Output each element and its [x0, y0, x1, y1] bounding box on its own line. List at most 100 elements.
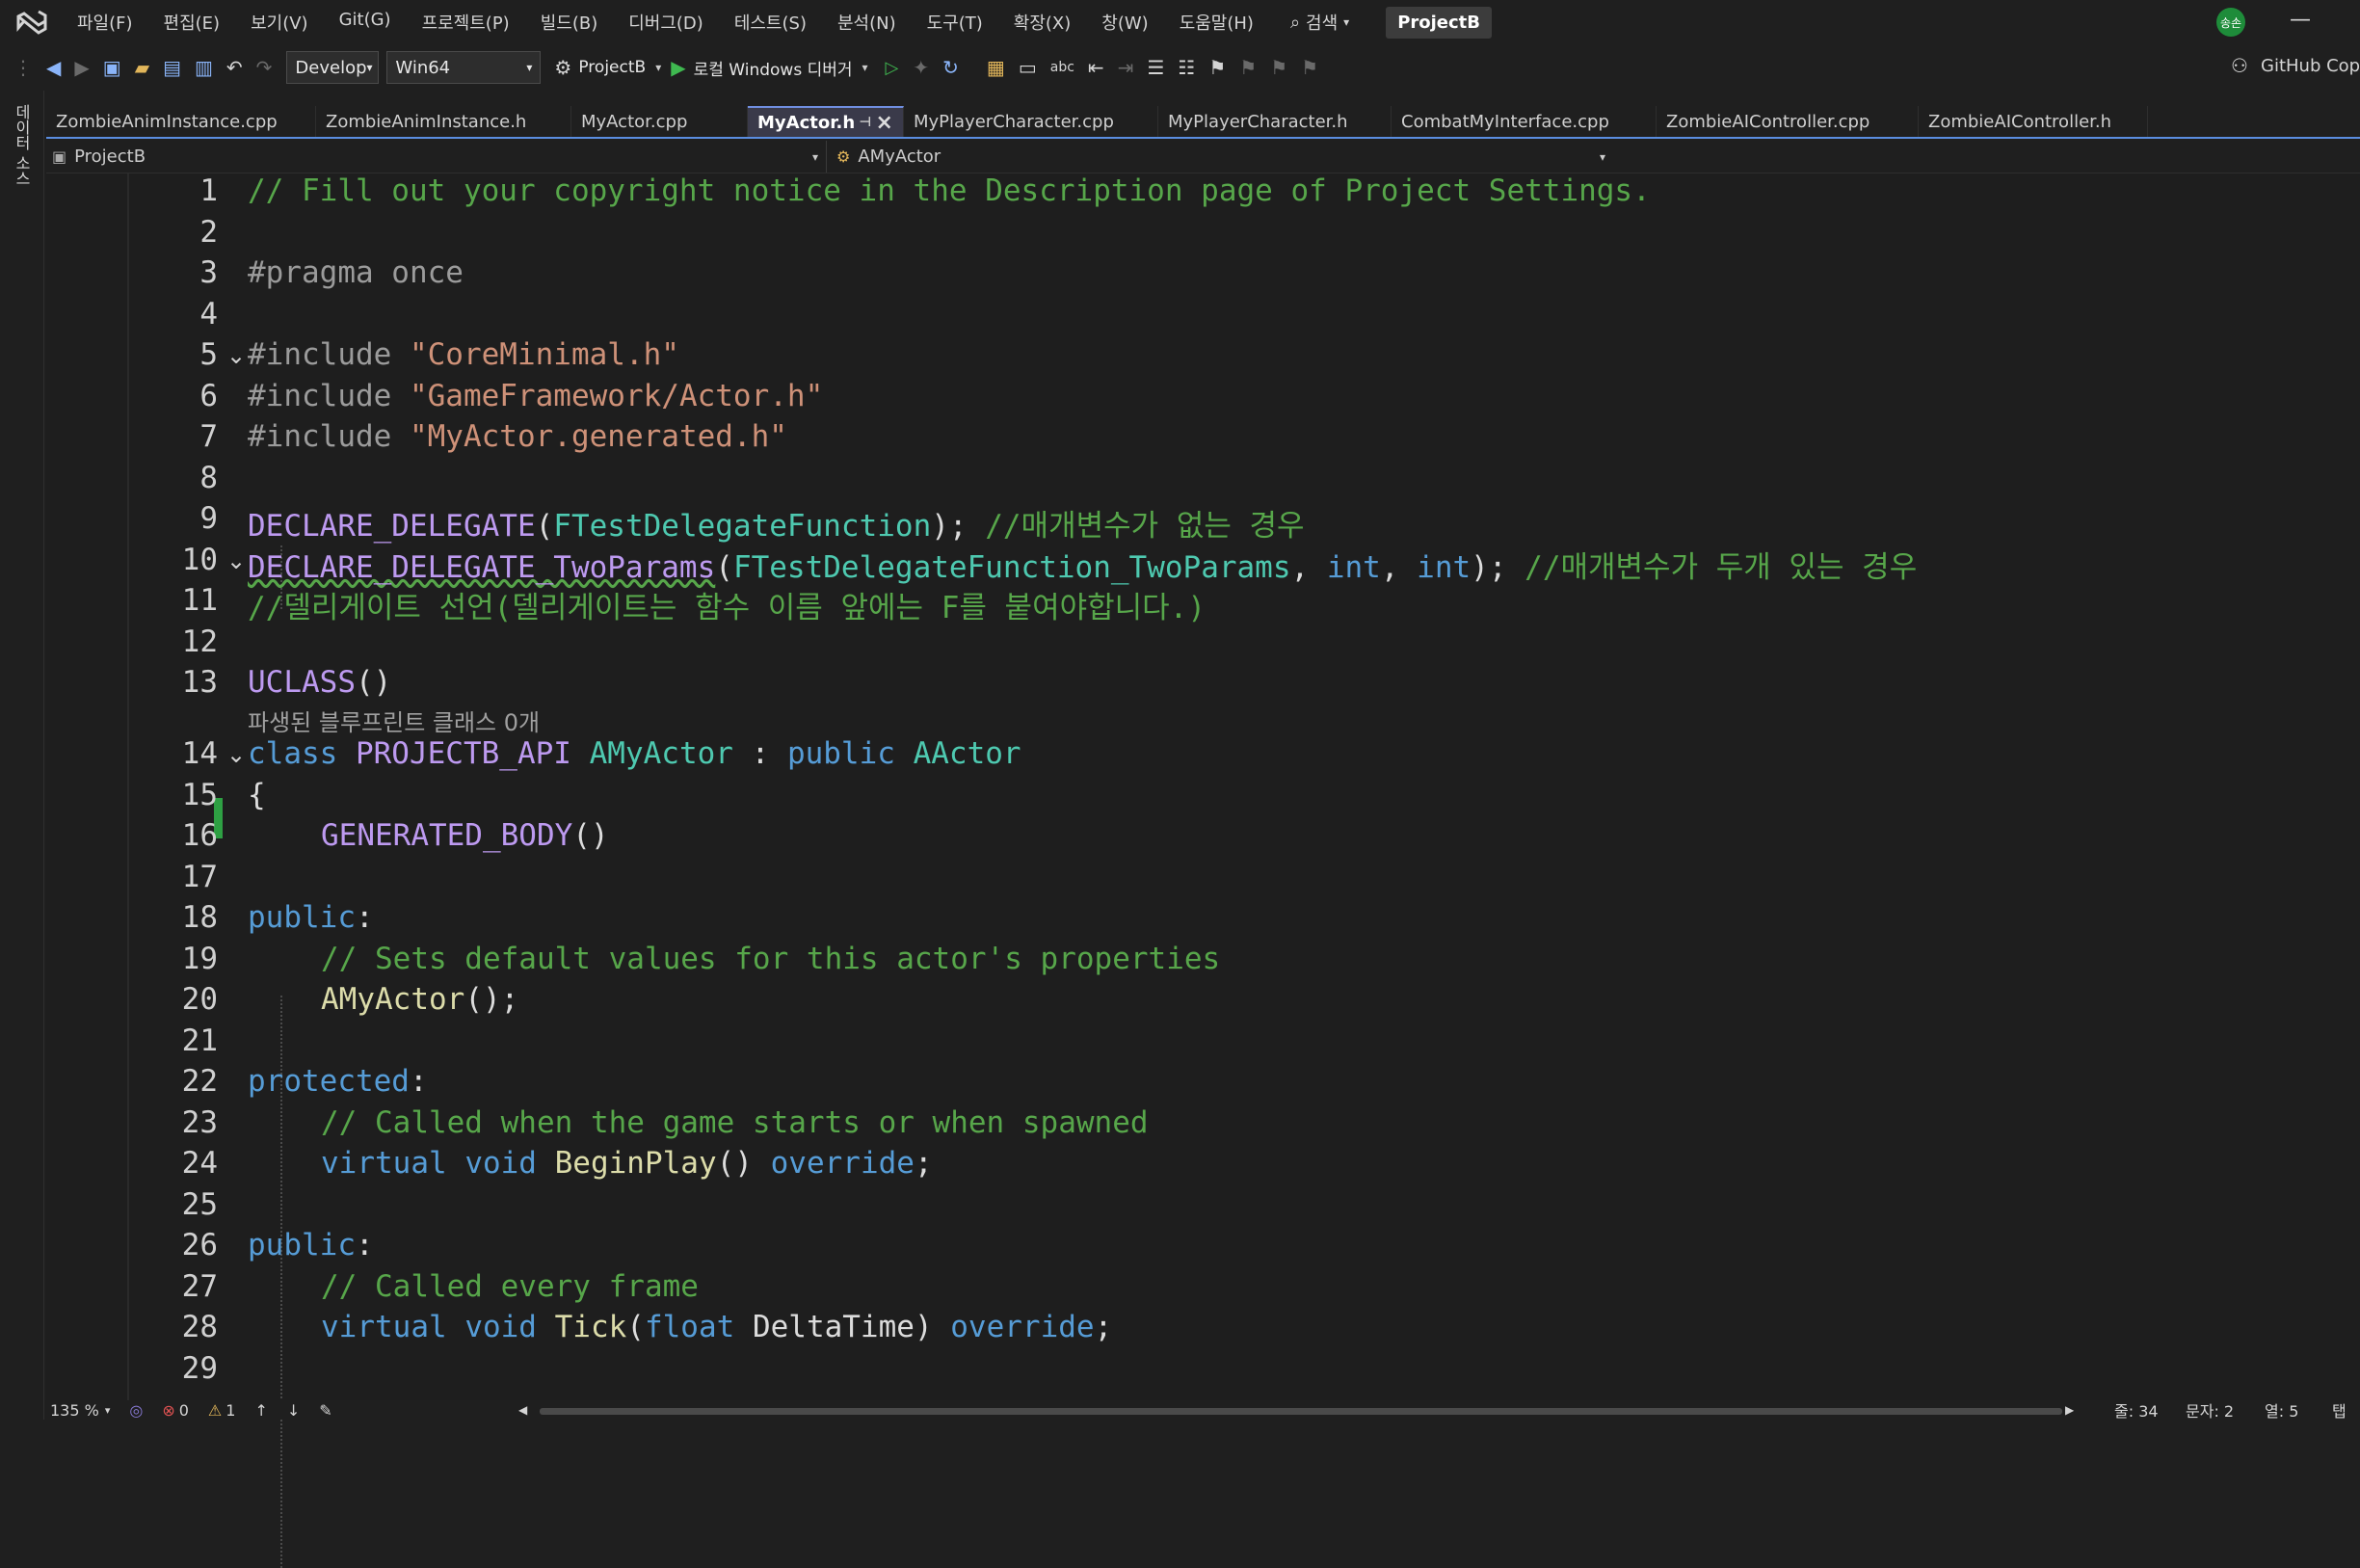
indent-icon[interactable]: ⇤: [1088, 56, 1104, 79]
hot-reload-icon[interactable]: ✦: [913, 56, 929, 79]
project-dropdown[interactable]: ▣ ProjectB ▾: [46, 141, 827, 173]
down-arrow-icon[interactable]: ↓: [287, 1401, 300, 1420]
chevron-down-icon: ▾: [1343, 15, 1350, 29]
codelens-hint[interactable]: 파생된 블루프린트 클래스 0개: [248, 704, 540, 737]
menu-edit[interactable]: 편집(E): [148, 10, 236, 35]
code-token: ();: [464, 982, 519, 1017]
gear-icon[interactable]: ⚙: [554, 56, 571, 79]
minimize-icon[interactable]: —: [2286, 8, 2315, 37]
undo-icon[interactable]: ↶: [226, 56, 243, 79]
code-token: Tick: [554, 1310, 627, 1344]
open-folder-icon[interactable]: ▰: [135, 56, 149, 79]
start-without-debug-icon[interactable]: ▷: [886, 58, 899, 78]
config-select[interactable]: Develop ▾: [286, 51, 380, 84]
fold-toggle-icon[interactable]: ⌄: [226, 547, 246, 574]
pin-icon[interactable]: ⊣: [859, 115, 871, 130]
chevron-down-icon[interactable]: ▾: [655, 61, 661, 74]
menu-help[interactable]: 도움말(H): [1164, 10, 1269, 35]
chevron-down-icon: ▾: [526, 61, 533, 74]
zoom-level[interactable]: 135 %: [50, 1401, 99, 1420]
search-button[interactable]: ⌕ 검색 ▾: [1290, 10, 1349, 35]
brush-icon[interactable]: ✎: [319, 1401, 331, 1420]
warning-count[interactable]: 1: [225, 1401, 235, 1420]
code-token: ;: [914, 1146, 933, 1181]
code-token: DECLARE_DELEGATE_TwoParams: [248, 550, 716, 585]
code-token: virtual: [321, 1146, 465, 1181]
tab-myplayercharacter-cpp[interactable]: MyPlayerCharacter.cpp: [904, 106, 1158, 137]
comment-icon[interactable]: ☰: [1147, 56, 1164, 79]
code-token: DeltaTime: [752, 1310, 915, 1344]
new-project-icon[interactable]: ▣: [103, 56, 121, 79]
menu-extensions[interactable]: 확장(X): [998, 10, 1087, 35]
menu-window[interactable]: 창(W): [1086, 10, 1163, 35]
fold-toggle-icon[interactable]: ⌄: [226, 741, 246, 768]
outdent-icon[interactable]: ⇥: [1118, 56, 1134, 79]
close-icon[interactable]: ×: [876, 111, 893, 135]
fold-toggle-icon[interactable]: ⌄: [226, 342, 246, 369]
back-icon[interactable]: ◀: [46, 56, 61, 79]
chevron-down-icon[interactable]: ▾: [105, 1404, 111, 1417]
line-number: 12: [181, 625, 218, 659]
copilot-button[interactable]: GitHub Copi: [2261, 56, 2360, 76]
code-line: //델리게이트 선언(델리게이트는 함수 이름 앞에는 F를 붙여야합니다.): [248, 591, 1207, 625]
up-arrow-icon[interactable]: ↑: [254, 1401, 267, 1420]
visual-studio-logo-icon[interactable]: [15, 8, 48, 37]
spellcheck-icon[interactable]: abc: [1050, 60, 1074, 75]
tab-zombieaniminstance-h[interactable]: ZombieAnimInstance.h: [316, 106, 571, 137]
save-icon[interactable]: ▤: [163, 56, 181, 79]
code-editor[interactable]: 1 2 3 4 5 6 7 8 9 10 11 12 13 14 15 16 1…: [46, 173, 2360, 1568]
line-number: 7: [199, 419, 218, 454]
line-number: 3: [199, 255, 218, 290]
avatar[interactable]: 송손: [2216, 8, 2245, 37]
bookmark-icon[interactable]: ⚑: [1208, 56, 1226, 79]
redo-icon[interactable]: ↷: [256, 56, 273, 79]
scroll-left-icon[interactable]: ◀: [518, 1403, 527, 1417]
menu-debug[interactable]: 디버그(D): [613, 10, 719, 35]
tab-indicator[interactable]: 탭: [2332, 1398, 2347, 1422]
play-icon[interactable]: ▶: [671, 56, 685, 79]
error-count[interactable]: 0: [179, 1401, 189, 1420]
code-token: override: [770, 1146, 915, 1181]
code-token: public: [248, 1228, 356, 1262]
prev-bookmark-icon[interactable]: ⚑: [1239, 56, 1257, 79]
menu-project[interactable]: 프로젝트(P): [407, 10, 525, 35]
menu-git[interactable]: Git(G): [324, 10, 407, 35]
debug-target-button[interactable]: 로컬 Windows 디버거: [694, 56, 853, 80]
scroll-right-icon[interactable]: ▶: [2065, 1403, 2074, 1417]
tab-myactor-cpp[interactable]: MyActor.cpp: [571, 106, 748, 137]
next-bookmark-icon[interactable]: ⚑: [1270, 56, 1287, 79]
platform-select[interactable]: Win64 ▾: [386, 51, 542, 84]
menu-test[interactable]: 테스트(S): [719, 10, 822, 35]
startup-project[interactable]: ProjectB: [578, 58, 646, 77]
tab-myplayercharacter-h[interactable]: MyPlayerCharacter.h: [1158, 106, 1392, 137]
tab-zombieaniminstance-cpp[interactable]: ZombieAnimInstance.cpp: [46, 106, 316, 137]
save-all-icon[interactable]: ▥: [195, 56, 213, 79]
tab-zombieaicontroller-cpp[interactable]: ZombieAIController.cpp: [1657, 106, 1919, 137]
warning-icon[interactable]: ⚠: [208, 1401, 222, 1420]
error-icon[interactable]: ⊗: [162, 1401, 174, 1420]
menu-file[interactable]: 파일(F): [62, 10, 148, 35]
clear-bookmark-icon[interactable]: ⚑: [1301, 56, 1318, 79]
scope-label: AMyActor: [858, 146, 941, 167]
data-sources-tab[interactable]: 데이터 소스: [10, 104, 33, 186]
menu-analyze[interactable]: 분석(N): [822, 10, 912, 35]
tab-myactor-h[interactable]: MyActor.h ⊣ ×: [748, 106, 904, 137]
copilot-icon[interactable]: ⚇: [2231, 54, 2248, 77]
chevron-down-icon[interactable]: ▾: [862, 61, 868, 74]
health-icon[interactable]: ◎: [129, 1401, 143, 1420]
menu-tools[interactable]: 도구(T): [912, 10, 998, 35]
uncomment-icon[interactable]: ☷: [1178, 56, 1195, 79]
menu-build[interactable]: 빌드(B): [525, 10, 614, 35]
menu-view[interactable]: 보기(V): [235, 10, 323, 35]
tab-combatmyinterface-cpp[interactable]: CombatMyInterface.cpp: [1392, 106, 1657, 137]
folder-view-icon[interactable]: ▦: [987, 56, 1005, 79]
project-badge[interactable]: ProjectB: [1386, 6, 1493, 39]
line-number: 14: [181, 736, 218, 771]
refresh-icon[interactable]: ↻: [942, 56, 959, 79]
horizontal-scrollbar[interactable]: [540, 1408, 2062, 1415]
forward-icon[interactable]: ▶: [74, 56, 89, 79]
tab-zombieaicontroller-h[interactable]: ZombieAIController.h: [1919, 106, 2148, 137]
scope-dropdown[interactable]: ⚙ AMyActor ▾: [827, 141, 1613, 173]
layout-icon[interactable]: ▭: [1019, 56, 1037, 79]
code-token: :: [355, 1228, 374, 1262]
